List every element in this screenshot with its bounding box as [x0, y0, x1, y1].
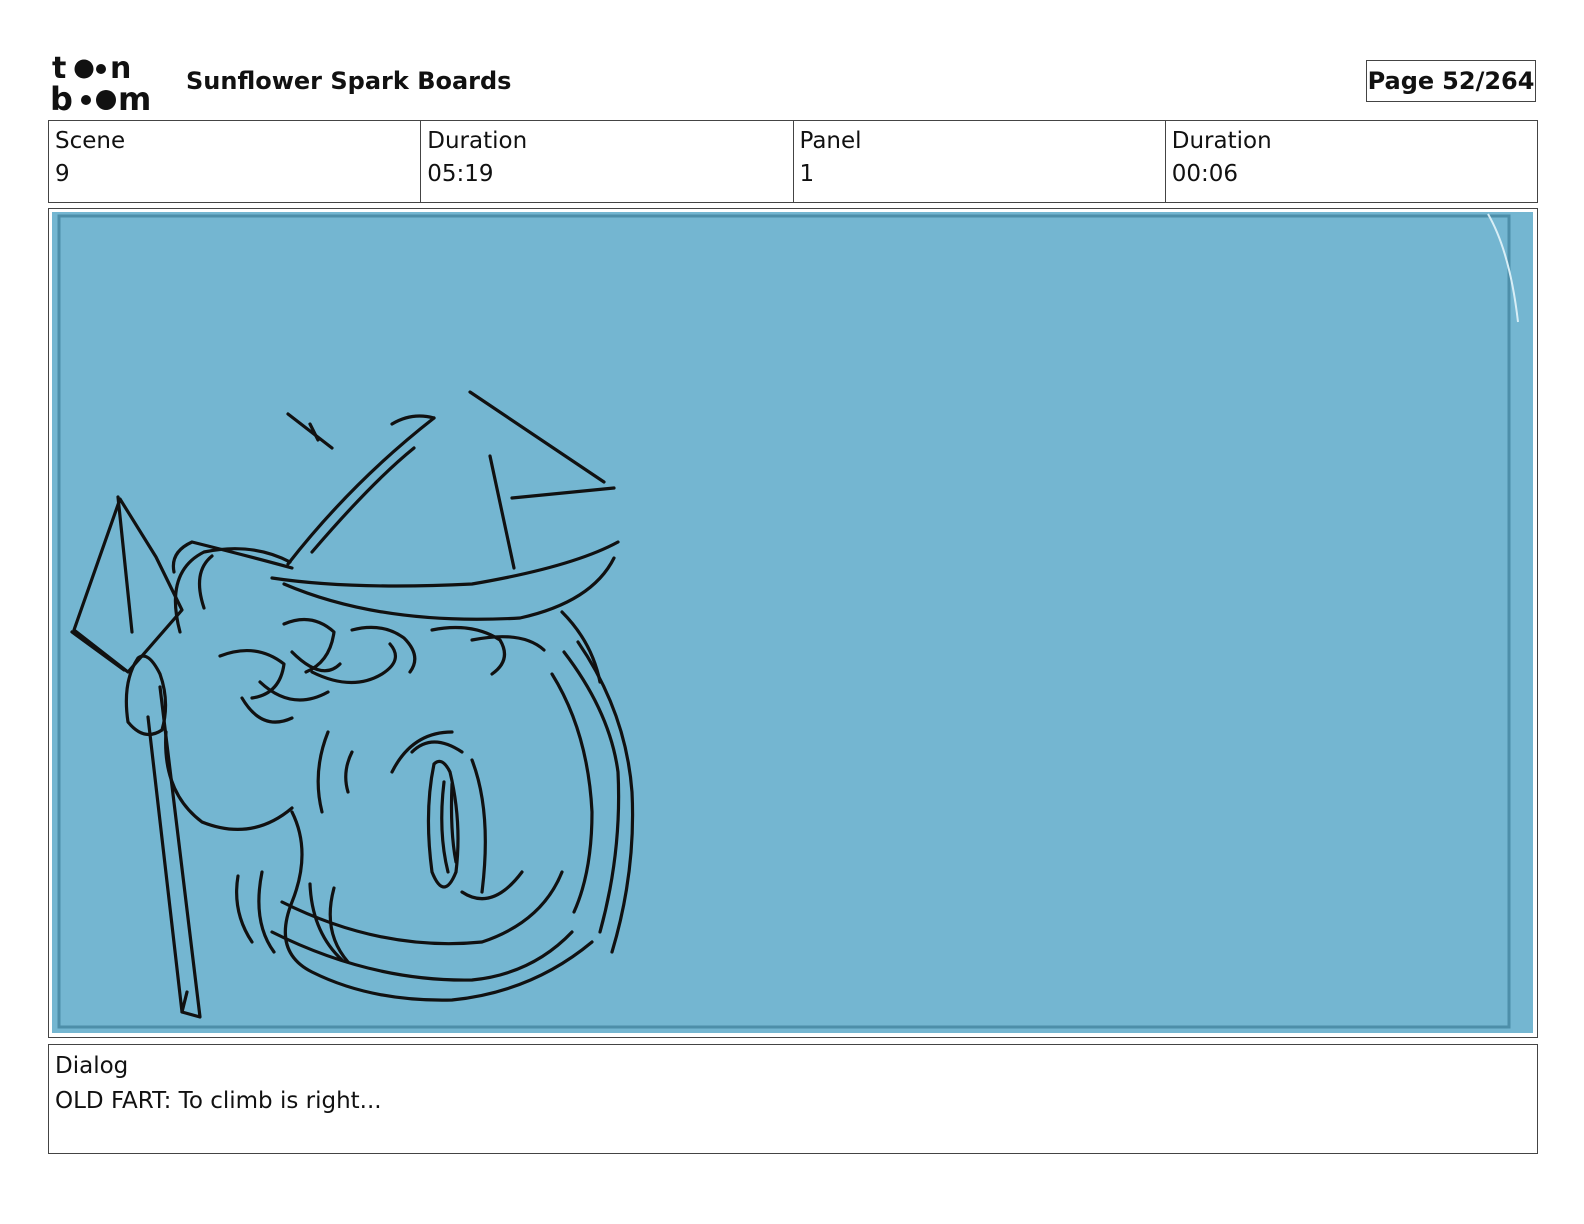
scene-duration-value: 05:19 — [427, 161, 494, 187]
storyboard-panel-frame — [48, 208, 1538, 1038]
panel-duration-cell: Duration 00:06 — [1164, 121, 1537, 202]
scene-value: 9 — [55, 161, 70, 187]
scene-label: Scene — [55, 128, 126, 154]
dialog-label: Dialog — [55, 1053, 129, 1079]
panel-background — [52, 212, 1533, 1033]
panel-label: Panel — [799, 128, 862, 154]
info-table: Scene 9 Duration 05:19 Panel 1 Duration … — [48, 120, 1538, 203]
page-indicator: Page 52/264 — [1366, 60, 1536, 102]
scene-duration-cell: Duration 05:19 — [420, 121, 792, 202]
page-number: 52/264 — [1442, 67, 1535, 95]
storyboard-panel-sketch — [52, 212, 1533, 1033]
panel-duration-value: 00:06 — [1171, 161, 1239, 187]
svg-text:b: b — [50, 80, 73, 114]
dialog-box: Dialog OLD FART: To climb is right... — [48, 1044, 1538, 1154]
board-title: Sunflower Spark Boards — [186, 67, 512, 95]
panel-value: 1 — [799, 161, 815, 187]
toonboom-logo: t n b m — [50, 51, 151, 114]
svg-text:m: m — [118, 80, 151, 114]
page-label: Page — [1367, 67, 1435, 95]
scene-cell: Scene 9 — [49, 121, 420, 202]
panel-cell: Panel 1 — [792, 121, 1165, 202]
panel-duration-label: Duration — [1171, 128, 1272, 154]
dialog-text: OLD FART: To climb is right... — [55, 1088, 382, 1114]
scene-duration-label: Duration — [427, 128, 528, 154]
